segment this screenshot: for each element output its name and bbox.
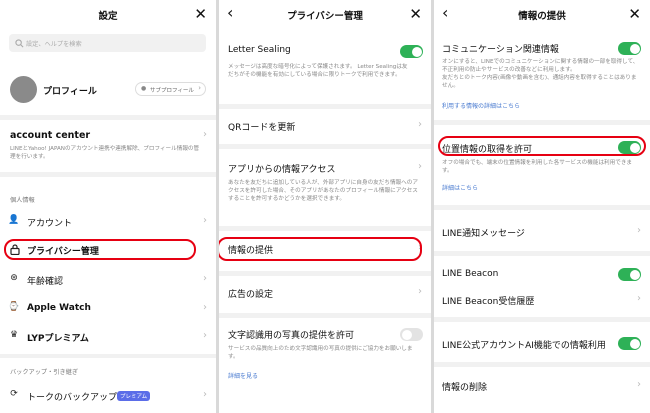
comm-info-link[interactable]: 利用する情報の詳細はこちら <box>442 101 520 110</box>
comm-info-desc: オンにすると、LINEでのコミュニケーションに関する情報の一部を取得して、不正利… <box>442 59 639 89</box>
qr-code-refresh[interactable]: QRコードを更新 <box>228 120 295 133</box>
photo-provide-title: 文字認識用の写真の提供を許可 <box>228 331 355 341</box>
account-center-desc: LINEとYahoo! JAPANのアカウント連携や連携解除、プロフィール情報の… <box>10 146 200 160</box>
search-placeholder: 設定、ヘルプを検索 <box>26 41 82 48</box>
close-icon[interactable]: ✕ <box>194 4 207 24</box>
official-ai-toggle[interactable] <box>618 337 641 350</box>
delete-info-link[interactable]: 情報の削除 <box>442 380 487 393</box>
person-icon: ● <box>141 85 147 92</box>
premium-badge: プレミアム <box>117 391 151 401</box>
chevron-right-icon: › <box>637 293 641 304</box>
details-link[interactable]: 詳細はこちら <box>442 183 478 192</box>
details-link[interactable]: 詳細を見る <box>228 371 258 380</box>
sidebar-item-backup[interactable]: ⟳ トークのバックアップ プレミアム › <box>0 386 216 406</box>
search-icon <box>15 38 24 47</box>
item-label: LYPプレミアム <box>27 334 89 344</box>
sidebar-item-lyp[interactable]: ♛ LYPプレミアム › <box>0 327 216 347</box>
line-beacon-toggle[interactable] <box>618 268 641 281</box>
highlight-outline <box>219 237 422 261</box>
page-title: 情報の提供 <box>518 11 566 22</box>
privacy-header: ‹ プライバシー管理 ✕ <box>219 0 431 30</box>
account-center-title[interactable]: account center <box>10 130 90 141</box>
privacy-panel: ‹ プライバシー管理 ✕ Letter Sealing メッセージは高度な暗号化… <box>219 0 431 413</box>
chevron-right-icon: › <box>203 273 207 284</box>
provide-info-header: ‹ 情報の提供 ✕ <box>434 0 650 30</box>
ad-settings-link[interactable]: 広告の設定 <box>228 287 273 300</box>
letter-sealing-desc: メッセージは高度な暗号化によって保護されます。 Letter Sealingは友… <box>228 64 408 78</box>
sidebar-item-apple-watch[interactable]: ⌚ Apple Watch › <box>0 299 216 319</box>
highlight-outline <box>4 239 196 260</box>
official-ai-title: LINE公式アカウントAI機能での情報利用 <box>442 341 606 351</box>
badge-icon: ⊛ <box>10 273 18 283</box>
section-header-personal: 個人情報 <box>10 197 35 204</box>
chevron-right-icon: › <box>203 302 207 313</box>
item-label: Apple Watch <box>27 303 91 313</box>
chevron-right-icon: › <box>637 379 641 390</box>
comm-info-toggle[interactable] <box>618 42 641 55</box>
profile-label[interactable]: プロフィール <box>43 84 97 97</box>
chevron-right-icon: › <box>203 129 207 140</box>
chevron-right-icon: › <box>418 286 422 297</box>
chevron-right-icon: › <box>418 161 422 172</box>
chevron-right-icon: › <box>203 215 207 226</box>
photo-provide-toggle[interactable] <box>400 328 423 341</box>
sidebar-item-age[interactable]: ⊛ 年齢確認 › <box>0 270 216 290</box>
beacon-history-link[interactable]: LINE Beacon受信履歴 <box>442 294 534 307</box>
item-label: トークのバックアップ <box>27 393 118 403</box>
highlight-outline <box>438 136 646 156</box>
chevron-right-icon: › <box>418 119 422 130</box>
chevron-right-icon: › <box>203 330 207 341</box>
settings-header: 設定 ✕ <box>0 0 216 30</box>
close-icon[interactable]: ✕ <box>628 4 641 24</box>
sub-profile-label: サブプロフィール <box>150 88 194 94</box>
comm-info-title: コミュニケーション関連情報 <box>442 45 559 55</box>
close-icon[interactable]: ✕ <box>409 4 422 24</box>
letter-sealing-title: Letter Sealing <box>228 45 291 55</box>
photo-provide-desc: サービスの品質向上のため文字認識用の写真の提供にご協力をお願いします。 <box>228 346 413 360</box>
app-access-desc: あなたを友だちに追加している人が、外部アプリに自身の友だち情報へのアクセスを許可… <box>228 180 418 202</box>
app-access-title[interactable]: アプリからの情報アクセス <box>228 162 336 175</box>
sub-profile-button[interactable]: ● サブプロフィール › <box>135 82 206 96</box>
location-permission-desc: オフの場合でも、端末の位置情報を利用した各サービスの機能は利用できます。 <box>442 160 633 174</box>
search-input[interactable]: 設定、ヘルプを検索 <box>9 34 206 52</box>
chevron-right-icon: › <box>203 389 207 400</box>
chevron-right-icon: › <box>637 225 641 236</box>
sidebar-item-account[interactable]: 👤 アカウント › <box>0 212 216 232</box>
watch-icon: ⌚ <box>8 302 20 312</box>
page-title: プライバシー管理 <box>287 11 363 22</box>
section-header-backup: バックアップ・引き継ぎ <box>10 369 79 376</box>
chevron-right-icon: › <box>198 84 201 92</box>
provide-info-panel: ‹ 情報の提供 ✕ コミュニケーション関連情報 オンにすると、LINEでのコミュ… <box>434 0 650 413</box>
line-beacon-title: LINE Beacon <box>442 269 499 279</box>
crown-icon: ♛ <box>9 330 19 340</box>
item-label: 年齢確認 <box>27 277 64 287</box>
person-icon: 👤 <box>8 215 20 225</box>
item-label: アカウント <box>27 219 73 229</box>
settings-panel: 設定 ✕ 設定、ヘルプを検索 プロフィール ● サブプロフィール › accou… <box>0 0 216 413</box>
page-title: 設定 <box>98 11 118 22</box>
line-notify-messages[interactable]: LINE通知メッセージ <box>442 226 525 239</box>
backup-icon: ⟳ <box>10 389 18 399</box>
letter-sealing-toggle[interactable] <box>400 45 423 58</box>
avatar[interactable] <box>10 76 37 103</box>
